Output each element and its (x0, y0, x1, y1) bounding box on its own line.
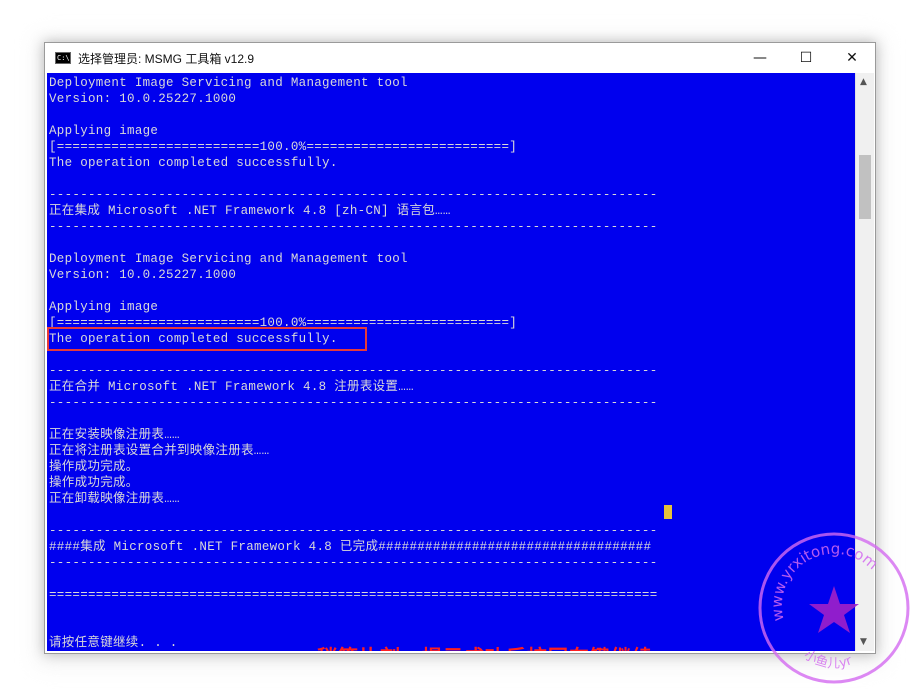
console-line: ----------------------------------------… (49, 524, 658, 538)
star-icon (809, 586, 859, 633)
console-line: 正在卸载映像注册表…… (49, 492, 180, 506)
console-line: 正在集成 Microsoft .NET Framework 4.8 [zh-CN… (49, 204, 451, 218)
console-line: Deployment Image Servicing and Managemen… (49, 252, 408, 266)
console-line: 请按任意键继续. . . (49, 636, 178, 650)
console-line: 操作成功完成。 (49, 460, 139, 474)
console-line: ----------------------------------------… (49, 220, 658, 234)
instruction-annotation: 稍等片刻，提示成功后按回车键继续 (317, 641, 653, 651)
console-line: Applying image (49, 300, 159, 314)
console-line: Deployment Image Servicing and Managemen… (49, 76, 408, 90)
scrollbar-thumb[interactable] (859, 155, 871, 219)
text-cursor (664, 505, 672, 519)
console-output[interactable]: Deployment Image Servicing and Managemen… (47, 73, 855, 651)
minimize-button[interactable]: — (737, 43, 783, 73)
console-line: Version: 10.0.25227.1000 (49, 92, 237, 106)
console-line: 正在合并 Microsoft .NET Framework 4.8 注册表设置…… (49, 380, 414, 394)
success-highlight-box (47, 327, 367, 351)
console-line: Version: 10.0.25227.1000 (49, 268, 237, 282)
console-line: ----------------------------------------… (49, 396, 658, 410)
console-line: ========================================… (49, 588, 658, 602)
console-line: 正在将注册表设置合并到映像注册表…… (49, 444, 270, 458)
console-line: ####集成 Microsoft .NET Framework 4.8 已完成#… (49, 540, 652, 554)
maximize-button[interactable]: ☐ (783, 43, 829, 73)
console-line: 正在安装映像注册表…… (49, 428, 180, 442)
watermark-logo: www.yrxitong.com 小鱼儿yr (758, 532, 910, 684)
console-line: ----------------------------------------… (49, 188, 658, 202)
cmd-icon: C:\ (55, 52, 71, 64)
console-line: [==========================100.0%=======… (49, 140, 518, 154)
watermark-sub: 小鱼儿yr (801, 647, 855, 671)
console-line: ----------------------------------------… (49, 364, 658, 378)
console-window[interactable]: C:\ 选择管理员: MSMG 工具箱 v12.9 — ☐ ✕ Deployme… (44, 42, 876, 654)
console-line: ----------------------------------------… (49, 556, 658, 570)
console-line: The operation completed successfully. (49, 156, 338, 170)
scroll-up-icon[interactable]: ▲ (860, 77, 867, 87)
console-line: 操作成功完成。 (49, 476, 139, 490)
close-button[interactable]: ✕ (829, 43, 875, 73)
window-title: 选择管理员: MSMG 工具箱 v12.9 (78, 52, 255, 66)
console-line: Applying image (49, 124, 159, 138)
title-bar[interactable]: C:\ 选择管理员: MSMG 工具箱 v12.9 — ☐ ✕ (45, 43, 875, 73)
